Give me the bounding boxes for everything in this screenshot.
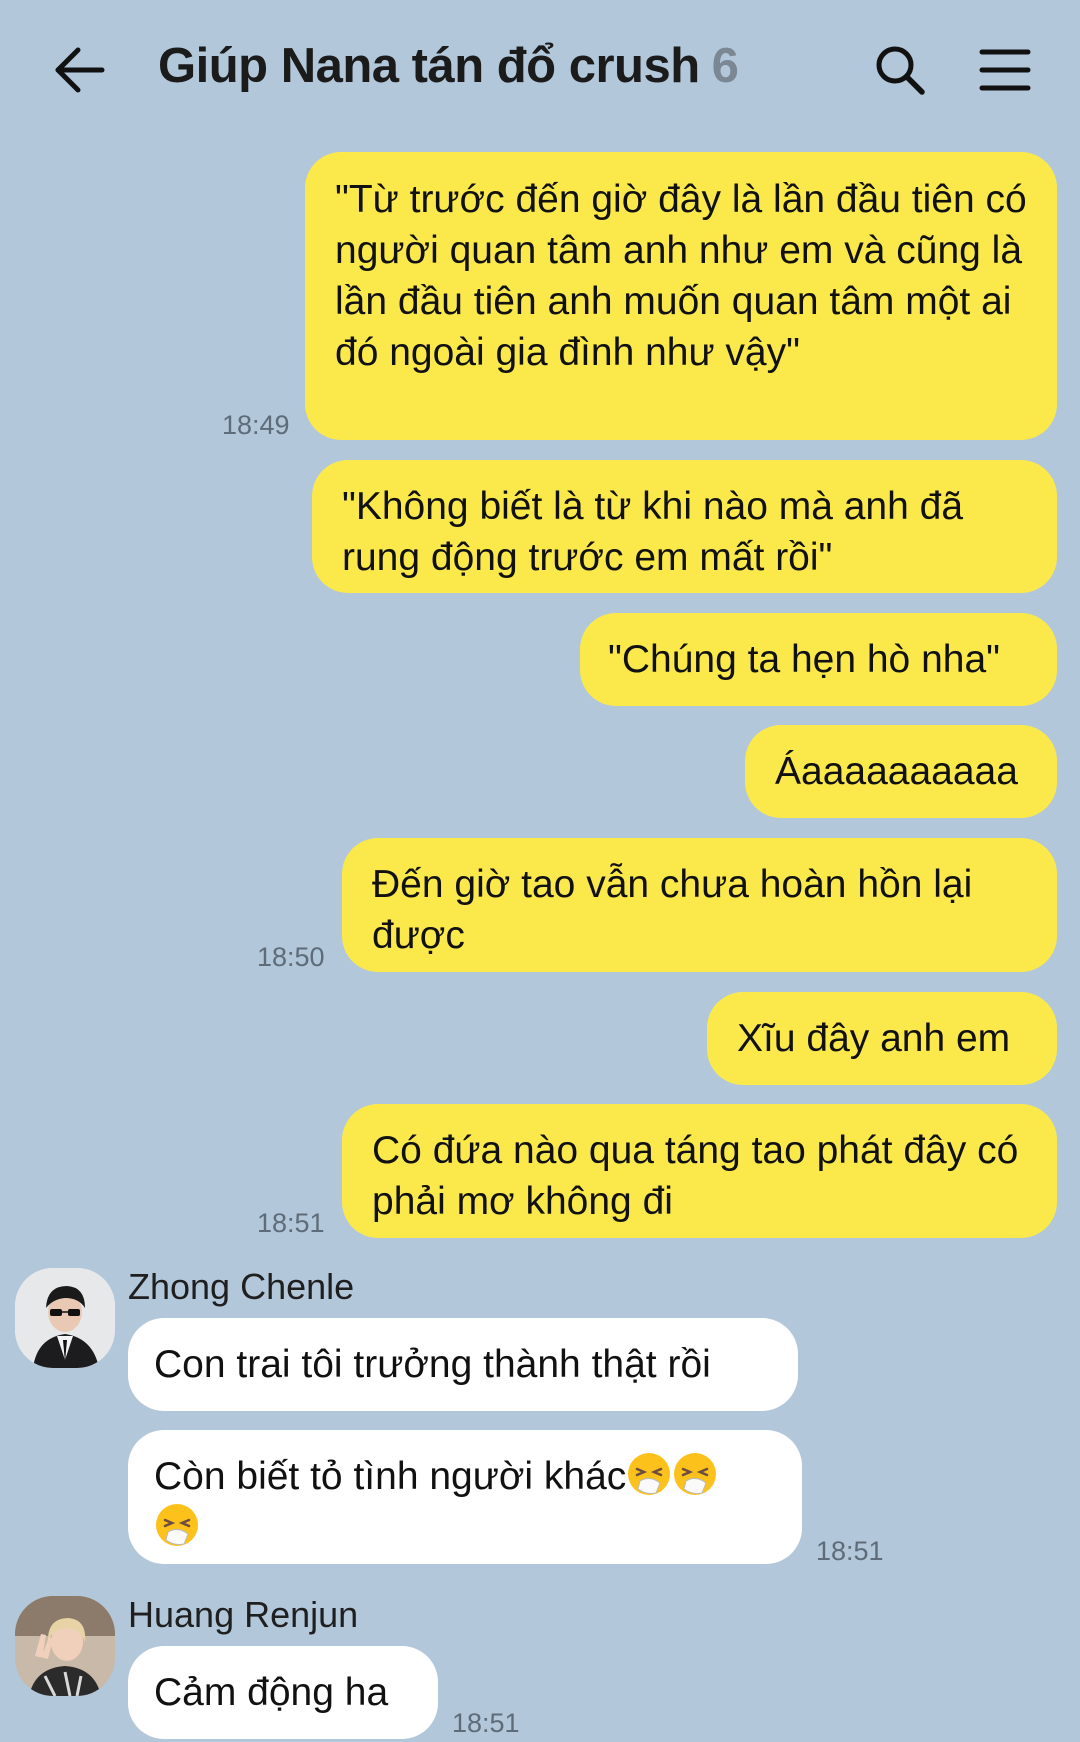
my-message-bubble[interactable]: Áaaaaaaaaaa: [745, 725, 1057, 818]
message-text: Xĩu đây anh em: [737, 1017, 1011, 1060]
chat-title-text: Giúp Nana tán đổ crush: [158, 39, 700, 93]
chat-title[interactable]: Giúp Nana tán đổ crush 6: [158, 38, 739, 94]
message-text: Cảm động ha: [154, 1671, 389, 1714]
search-icon[interactable]: [872, 42, 928, 98]
message-text: Áaaaaaaaaaa: [775, 750, 1018, 793]
their-message-bubble[interactable]: Còn biết tỏ tình người khác: [128, 1430, 802, 1564]
my-message-bubble[interactable]: "Từ trước đến giờ đây là lần đầu tiên có…: [305, 152, 1057, 440]
menu-icon[interactable]: [978, 44, 1032, 96]
sender-name: Zhong Chenle: [128, 1266, 355, 1307]
message-time: 18:50: [257, 942, 325, 972]
sneezing-face-emoji: [672, 1451, 718, 1497]
message-text: Đến giờ tao vẫn chưa hoàn hồn lại được: [372, 863, 973, 957]
my-message-bubble[interactable]: Xĩu đây anh em: [707, 992, 1057, 1085]
my-message-bubble[interactable]: Đến giờ tao vẫn chưa hoàn hồn lại được: [342, 838, 1057, 972]
message-text: Con trai tôi trưởng thành thật rồi: [154, 1343, 711, 1386]
message-text: "Không biết là từ khi nào mà anh đã rung…: [342, 485, 964, 579]
sneezing-face-emoji: [626, 1451, 672, 1497]
member-count: 6: [711, 39, 739, 93]
back-arrow-icon[interactable]: [50, 40, 110, 100]
my-message-bubble[interactable]: Có đứa nào qua táng tao phát đây có phải…: [342, 1104, 1057, 1238]
sender-name: Huang Renjun: [128, 1594, 359, 1635]
message-text: "Từ trước đến giờ đây là lần đầu tiên có…: [335, 178, 1027, 374]
avatar-huang-renjun[interactable]: [15, 1596, 115, 1696]
message-time: 18:49: [222, 410, 290, 440]
message-text: Còn biết tỏ tình người khác: [154, 1455, 627, 1498]
their-message-bubble[interactable]: Cảm động ha: [128, 1646, 438, 1739]
my-message-bubble[interactable]: "Không biết là từ khi nào mà anh đã rung…: [312, 460, 1057, 593]
message-text: Có đứa nào qua táng tao phát đây có phải…: [372, 1129, 1019, 1223]
their-message-bubble[interactable]: Con trai tôi trưởng thành thật rồi: [128, 1318, 798, 1411]
message-time: 18:51: [452, 1708, 520, 1738]
my-message-bubble[interactable]: "Chúng ta hẹn hò nha": [580, 613, 1057, 706]
message-time: 18:51: [816, 1536, 884, 1566]
avatar-zhong-chenle[interactable]: [15, 1268, 115, 1368]
message-text: "Chúng ta hẹn hò nha": [608, 638, 1000, 681]
chat-header: Giúp Nana tán đổ crush 6: [0, 0, 1080, 140]
message-time: 18:51: [257, 1208, 325, 1238]
sneezing-face-emoji: [154, 1502, 200, 1548]
